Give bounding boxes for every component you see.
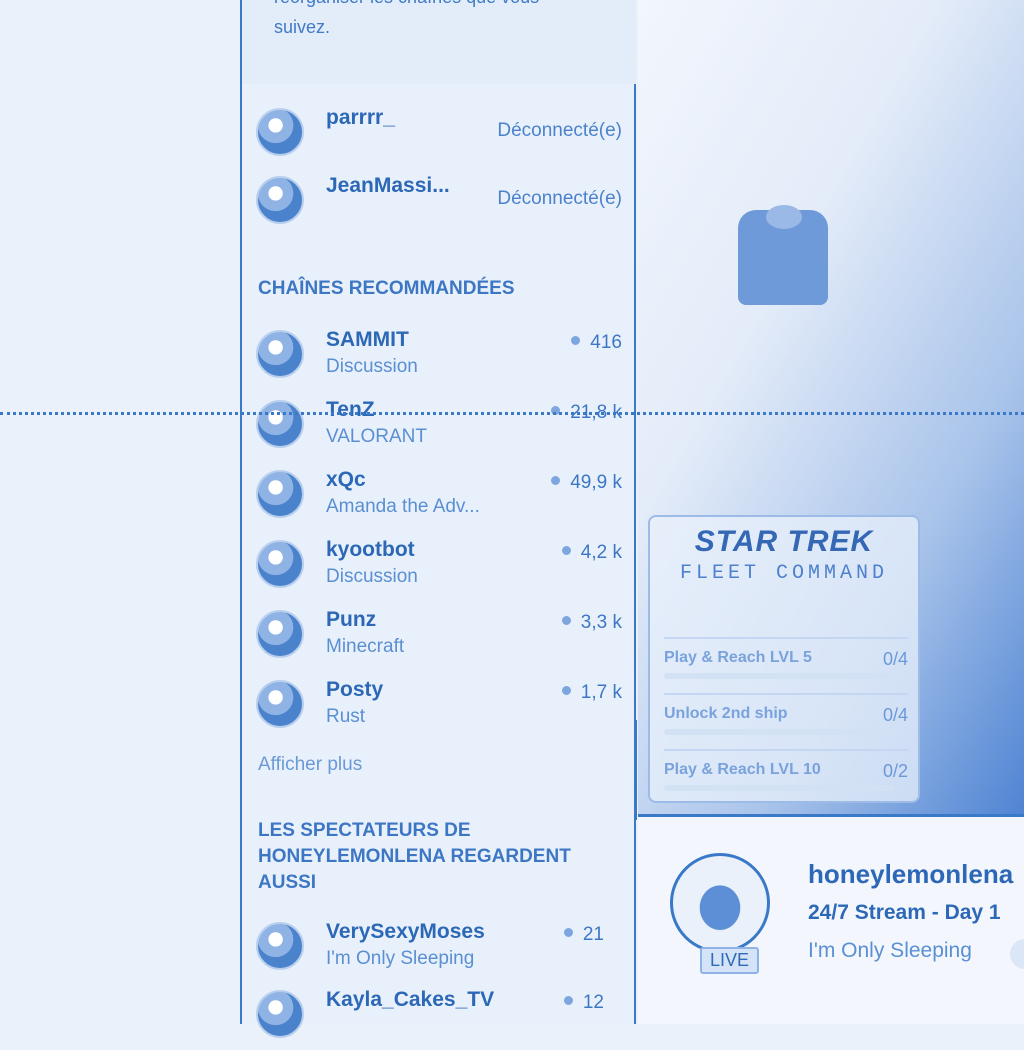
recommended-channel-row[interactable]: xQc Amanda the Adv... 49,9 k <box>256 466 622 530</box>
live-dot-icon <box>561 546 571 556</box>
channel-name: Posty <box>326 678 384 701</box>
avatar <box>256 176 304 224</box>
avatar <box>256 108 304 156</box>
also-watch-channel-row[interactable]: Kayla_Cakes_TV 12 <box>256 986 622 1050</box>
channel-name: TenZ <box>326 398 375 421</box>
channel-avatar[interactable] <box>670 853 770 953</box>
ad-task-row: Play & Reach LVL 5 0/4 <box>664 637 908 685</box>
recommended-channel-row[interactable]: Posty Rust 1,7 k <box>256 676 622 740</box>
avatar <box>256 400 304 448</box>
video-player[interactable]: STAR TREK FLEET COMMAND Play & Reach LVL… <box>638 0 1024 814</box>
ad-task-label: Unlock 2nd ship <box>664 705 788 722</box>
channel-category: Rust <box>326 706 366 727</box>
ad-overlay[interactable]: STAR TREK FLEET COMMAND Play & Reach LVL… <box>648 515 920 803</box>
channel-info-bar: LIVE honeylemonlena 24/7 Stream - Day 1 … <box>638 814 1024 1024</box>
ad-task-progress: 0/4 <box>882 705 908 725</box>
ad-task-progress: 0/4 <box>882 649 908 669</box>
recommended-channel-row[interactable]: Punz Minecraft 3,3 k <box>256 606 622 670</box>
recommended-channel-row[interactable]: kyootbot Discussion 4,2 k <box>256 536 622 600</box>
avatar <box>256 470 304 518</box>
avatar <box>256 990 304 1038</box>
ad-task-bar <box>664 729 894 735</box>
channel-name: kyootbot <box>326 538 415 561</box>
show-more-link[interactable]: Afficher plus <box>258 754 362 776</box>
stream-title: 24/7 Stream - Day 1 <box>808 901 1001 924</box>
channel-category: Discussion <box>326 566 418 587</box>
channel-name: Kayla_Cakes_TV <box>326 988 495 1011</box>
channel-category: VALORANT <box>326 426 428 447</box>
ad-subtitle: FLEET COMMAND <box>679 562 889 585</box>
offline-status: Déconnecté(e) <box>497 120 622 141</box>
channel-name: Punz <box>326 608 377 631</box>
channel-name: parrrr_ <box>326 106 395 129</box>
viewer-count: 1,7 k <box>561 682 622 704</box>
dotted-guide-line <box>0 412 1024 415</box>
avatar <box>256 540 304 588</box>
channel-category: Minecraft <box>326 636 405 657</box>
avatar <box>256 610 304 658</box>
viewer-count: 12 <box>563 992 604 1014</box>
also-watch-channel-row[interactable]: VerySexyMoses I'm Only Sleeping 21 <box>256 918 622 982</box>
ad-task-bar <box>664 785 894 791</box>
ad-task-label: Play & Reach LVL 5 <box>664 649 812 666</box>
channel-name[interactable]: honeylemonlena <box>808 859 1013 890</box>
ad-task-label: Play & Reach LVL 10 <box>664 761 821 778</box>
viewer-count: 3,3 k <box>561 612 622 634</box>
stream-category-link[interactable]: I'm Only Sleeping <box>808 939 972 963</box>
channel-category: Discussion <box>326 356 418 377</box>
avatar <box>256 330 304 378</box>
recommended-channel-row[interactable]: TenZ VALORANT 21,8 k <box>256 396 622 460</box>
avatar <box>256 922 304 970</box>
recommended-title: CHAÎNES RECOMMANDÉES <box>258 278 515 299</box>
offline-status: Déconnecté(e) <box>497 188 622 209</box>
ad-logo: STAR TREK <box>694 525 874 558</box>
live-dot-icon <box>571 336 581 346</box>
sidebar: réorganiser les chaînes que vous suivez.… <box>240 0 636 1038</box>
live-dot-icon <box>551 476 561 486</box>
viewer-count: 49,9 k <box>551 472 622 494</box>
tag-pill[interactable] <box>1010 939 1024 969</box>
viewer-count: 21 <box>563 924 604 946</box>
channel-category: Amanda the Adv... <box>326 496 480 517</box>
video-scene-object <box>766 205 802 229</box>
live-dot-icon <box>561 616 571 626</box>
ad-task-row: Unlock 2nd ship 0/4 <box>664 693 908 741</box>
followed-channel-row[interactable]: parrrr_ Déconnecté(e) <box>256 104 622 168</box>
channel-name: JeanMassi... <box>326 174 450 197</box>
ad-task-bar <box>664 673 894 679</box>
help-text: réorganiser les chaînes que vous suivez. <box>274 0 539 37</box>
ad-task-progress: 0/2 <box>882 761 908 781</box>
ad-task-row: Play & Reach LVL 10 0/2 <box>664 749 908 797</box>
channel-name: SAMMIT <box>326 328 409 351</box>
divider <box>634 720 637 820</box>
also-watch-title: LES SPECTATEURS DE HONEYLEMONLENA REGARD… <box>258 820 571 893</box>
viewer-count: 4,2 k <box>561 542 622 564</box>
channel-category: I'm Only Sleeping <box>326 948 475 969</box>
live-dot-icon <box>563 996 573 1006</box>
channel-name: VerySexyMoses <box>326 920 485 943</box>
live-dot-icon <box>563 928 573 938</box>
channel-name: xQc <box>326 468 366 491</box>
viewer-count: 416 <box>571 332 622 354</box>
live-dot-icon <box>561 686 571 696</box>
live-badge: LIVE <box>700 947 760 974</box>
avatar <box>256 680 304 728</box>
followed-channel-row[interactable]: JeanMassi... Déconnecté(e) <box>256 172 622 236</box>
recommended-channel-row[interactable]: SAMMIT Discussion 416 <box>256 326 622 390</box>
